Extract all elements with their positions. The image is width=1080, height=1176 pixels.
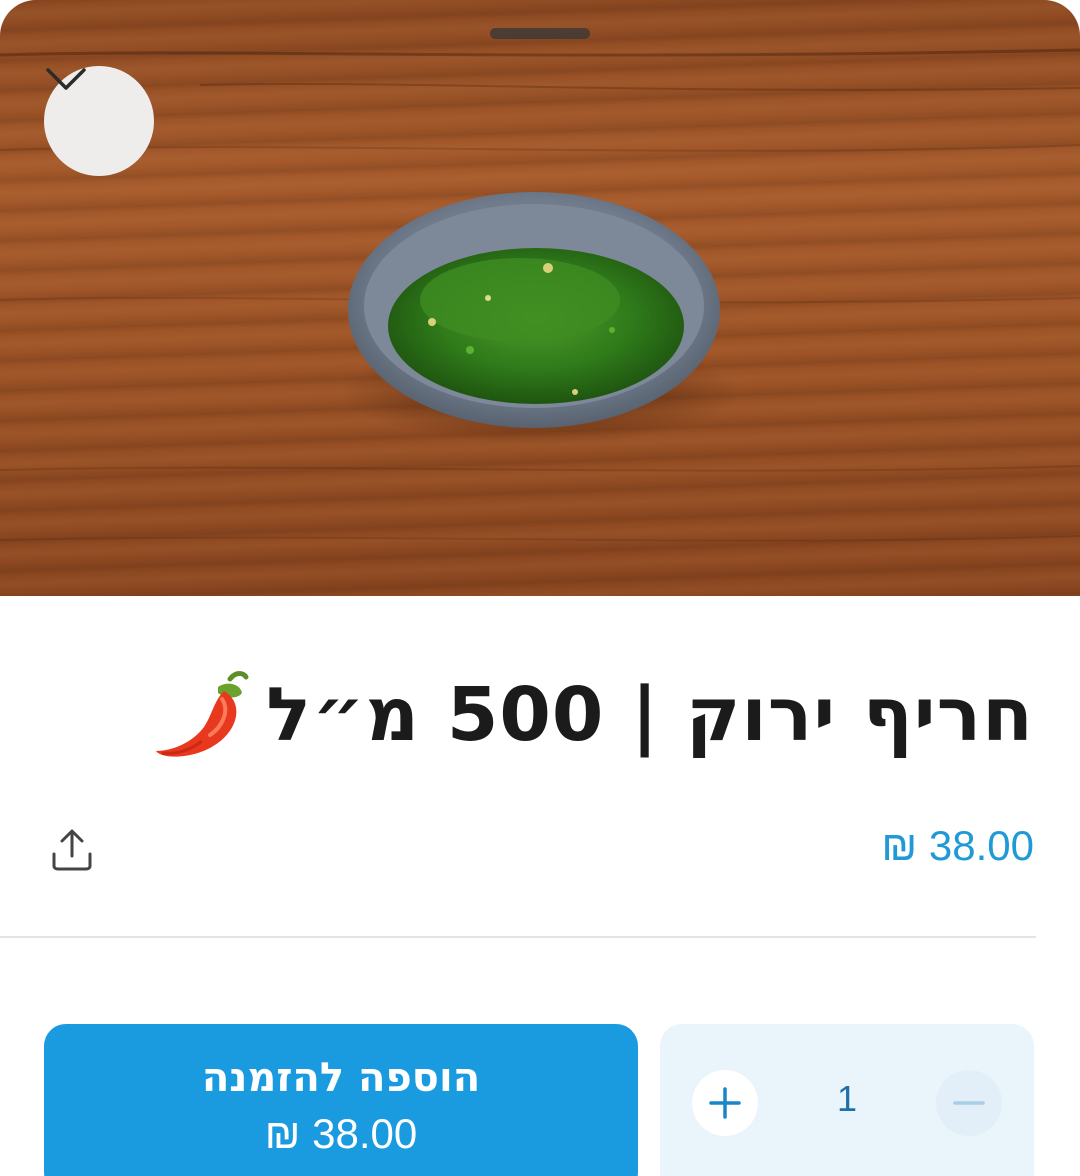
sauce-bowl-photo [0,48,1080,542]
add-to-order-button[interactable]: הוספה להזמנה 38.00 ₪ [44,1024,638,1176]
increase-quantity-button[interactable] [692,1070,758,1136]
plus-icon [709,1087,741,1119]
chevron-down-icon [46,68,86,90]
drag-handle[interactable] [490,28,590,39]
decrease-quantity-button[interactable] [936,1070,1002,1136]
minus-icon [953,1101,985,1105]
add-to-order-label: הוספה להזמנה [201,1055,481,1101]
quantity-value: 1 [836,1078,858,1119]
share-button[interactable] [44,822,100,878]
title-row: חריף ירוק | 500 מ״ל [44,660,1034,770]
add-to-order-amount: 38.00 ₪ [264,1110,418,1157]
chili-pepper-icon [156,671,249,757]
share-upload-icon [52,829,92,871]
product-price: 38.00 ₪ [881,822,1034,869]
divider [0,936,1036,938]
collapse-button[interactable] [44,66,154,176]
product-image [0,0,1080,596]
quantity-stepper: 1 [660,1024,1034,1176]
product-title: חריף ירוק | 500 מ״ל [266,672,1034,758]
product-detail-sheet: חריף ירוק | 500 מ״ל 38.00 ₪ הוספה להזמנה… [0,0,1080,1176]
